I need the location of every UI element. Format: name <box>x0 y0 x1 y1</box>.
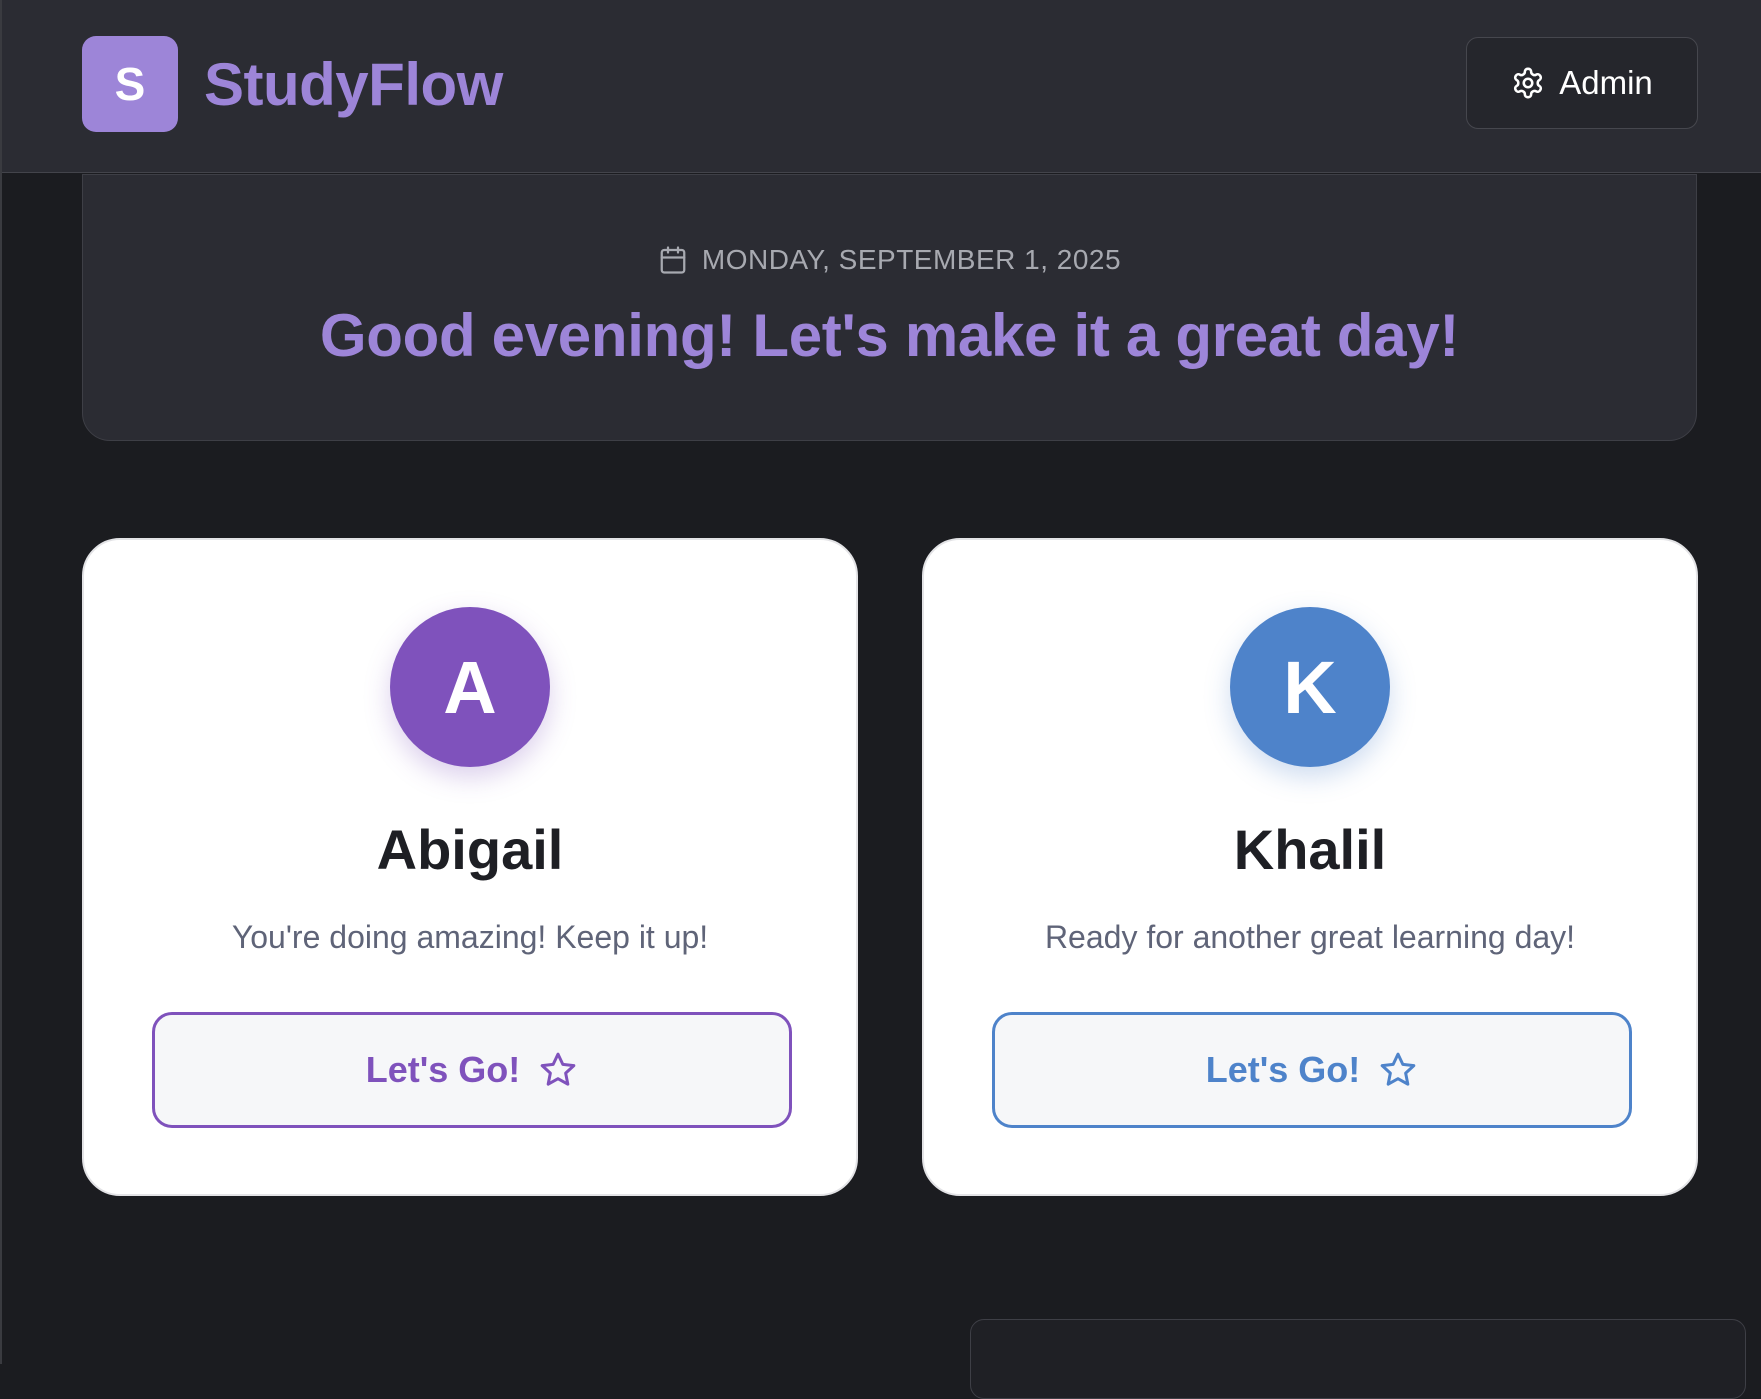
star-icon <box>540 1052 576 1086</box>
current-date: MONDAY, SEPTEMBER 1, 2025 <box>701 244 1122 275</box>
gear-icon <box>1514 67 1543 99</box>
student-name: Khalil <box>1233 818 1387 881</box>
greeting-message: Good evening! Let's make it a great day! <box>319 302 1460 369</box>
lets-go-button[interactable]: Let's Go! <box>152 1012 792 1128</box>
student-name: Abigail <box>376 818 564 881</box>
greeting-card: MONDAY, SEPTEMBER 1, 2025 Good evening! … <box>82 174 1697 441</box>
avatar: K <box>1230 607 1390 767</box>
admin-label: Admin <box>1559 64 1653 101</box>
student-message: Ready for another great learning day! <box>1044 919 1576 955</box>
app-logo[interactable]: S <box>82 36 178 132</box>
avatar-initial: A <box>443 645 497 729</box>
button-label: Let's Go! <box>1205 1049 1361 1090</box>
button-label: Let's Go! <box>365 1049 521 1090</box>
top-bar: S StudyFlow Admin <box>2 0 1761 173</box>
app-name[interactable]: StudyFlow <box>204 50 503 119</box>
logo-letter: S <box>114 58 146 110</box>
avatar-initial: K <box>1283 645 1337 729</box>
calendar-icon <box>660 246 686 274</box>
date-line: MONDAY, SEPTEMBER 1, 2025 <box>83 244 1696 276</box>
student-message: You're doing amazing! Keep it up! <box>231 919 709 955</box>
star-icon <box>1380 1052 1416 1086</box>
bottom-panel <box>970 1319 1746 1399</box>
student-card-abigail[interactable]: A Abigail You're doing amazing! Keep it … <box>82 538 858 1196</box>
lets-go-button[interactable]: Let's Go! <box>992 1012 1632 1128</box>
admin-button[interactable]: Admin <box>1466 37 1698 129</box>
window-edge <box>0 0 2 1364</box>
student-card-khalil[interactable]: K Khalil Ready for another great learnin… <box>922 538 1698 1196</box>
avatar: A <box>390 607 550 767</box>
